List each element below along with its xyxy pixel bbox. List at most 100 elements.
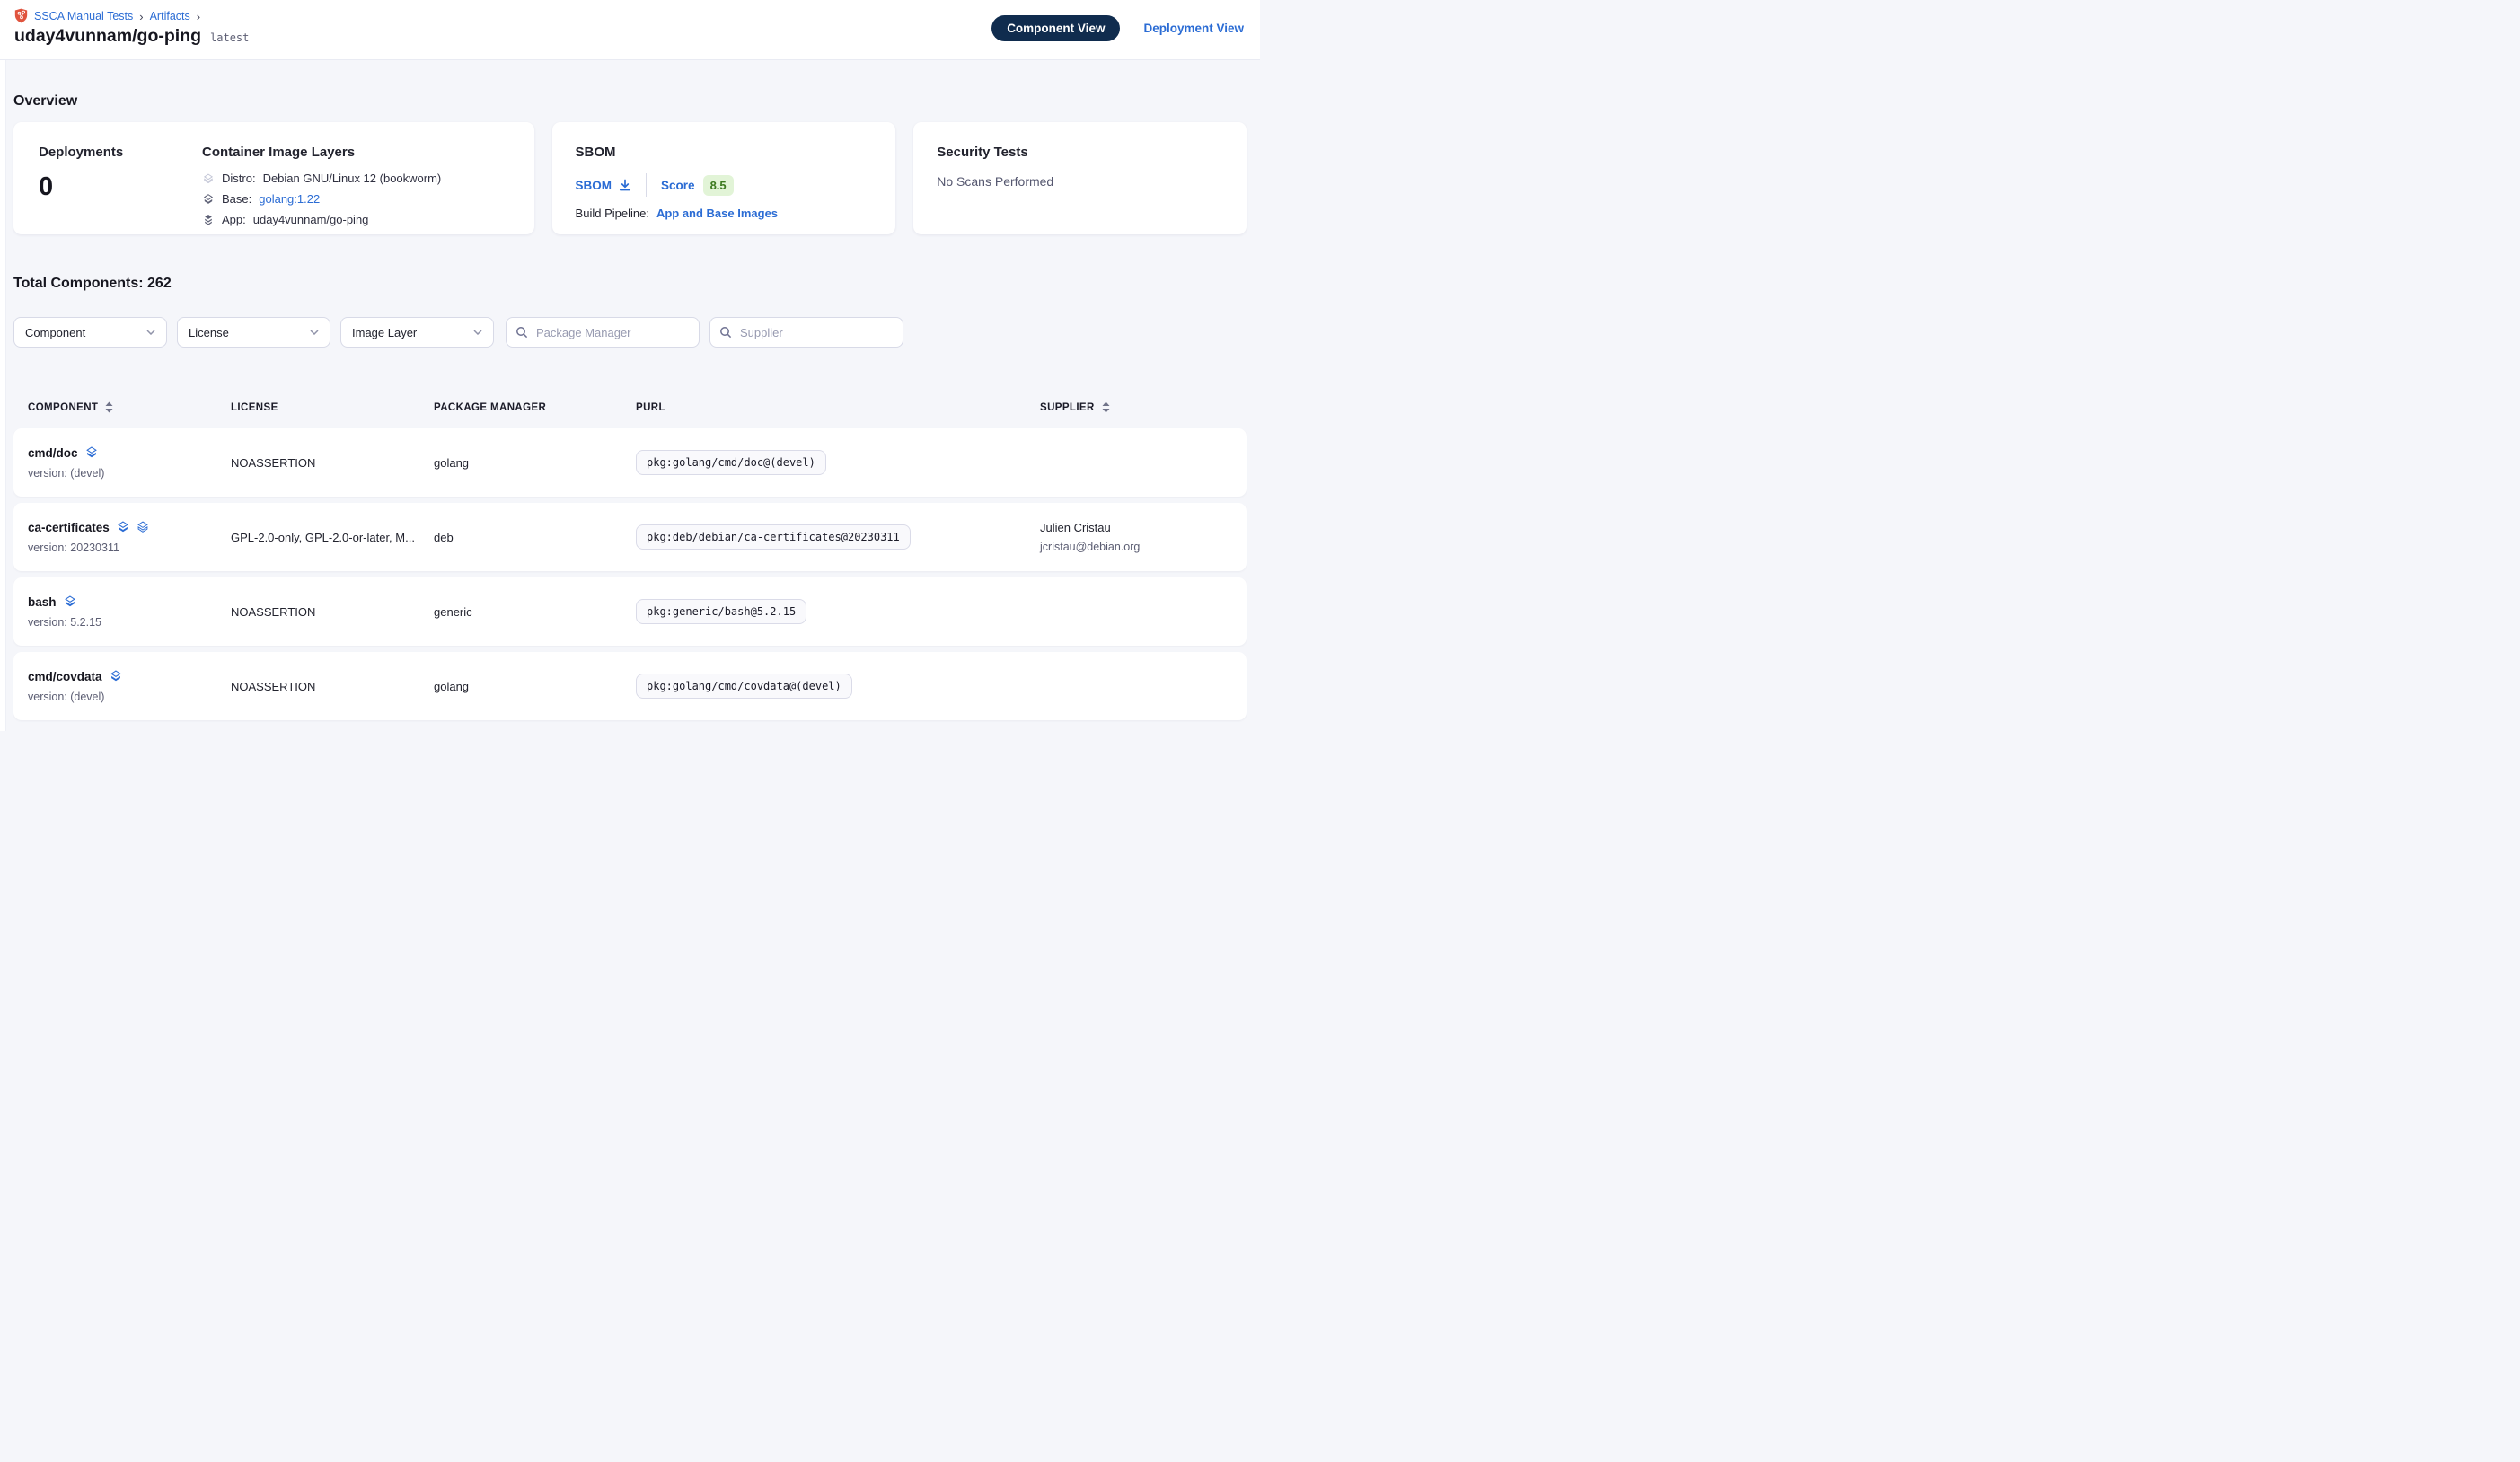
- purl-cell: pkg:deb/debian/ca-certificates@20230311: [636, 524, 1040, 550]
- package-manager-cell: golang: [434, 680, 636, 693]
- chevron-down-icon: [310, 330, 319, 335]
- breadcrumb-artifacts-link[interactable]: Artifacts: [150, 10, 190, 22]
- component-cell: cmd/doc version: (devel): [28, 446, 231, 480]
- component-view-button[interactable]: Component View: [991, 15, 1120, 41]
- main-content: Overview Deployments 0 Container Image L…: [0, 60, 1260, 720]
- license-cell: NOASSERTION: [231, 680, 434, 693]
- sbom-card: SBOM SBOM Score 8.5: [552, 122, 896, 234]
- deployments-layers-card: Deployments 0 Container Image Layers: [13, 122, 534, 234]
- components-table-header: COMPONENT LICENSE PACKAGE MANAGER PURL S…: [13, 401, 1247, 413]
- container-image-layers-section: Container Image Layers Distro: Debian GN…: [202, 145, 513, 234]
- purl-cell: pkg:generic/bash@5.2.15: [636, 599, 1040, 624]
- container-image-layers-title: Container Image Layers: [202, 145, 513, 160]
- component-version: version: 5.2.15: [28, 616, 231, 629]
- supplier-search[interactable]: [709, 317, 903, 348]
- artifact-tag: latest: [210, 31, 249, 44]
- collapsed-nav-rail: [0, 60, 6, 731]
- base-layer-icon: [202, 193, 215, 206]
- breadcrumb-separator: ›: [139, 10, 143, 22]
- component-name: cmd/doc: [28, 446, 78, 460]
- deployments-label: Deployments: [39, 145, 202, 160]
- overview-heading: Overview: [13, 60, 1247, 110]
- build-pipeline-label: Build Pipeline:: [576, 207, 649, 220]
- component-cell: ca-certificates version: 20230311: [28, 521, 231, 554]
- distro-value: Debian GNU/Linux 12 (bookworm): [263, 172, 442, 185]
- build-pipeline-link[interactable]: App and Base Images: [656, 207, 778, 220]
- artifact-detail-page: SSCA Manual Tests › Artifacts › uday4vun…: [0, 0, 1260, 731]
- supplier-email: jcristau@debian.org: [1040, 541, 1232, 553]
- column-header-component[interactable]: COMPONENT: [28, 401, 231, 413]
- license-cell: NOASSERTION: [231, 605, 434, 619]
- security-tests-status: No Scans Performed: [937, 174, 1223, 189]
- purl-chip: pkg:golang/cmd/covdata@(devel): [636, 674, 852, 699]
- purl-cell: pkg:golang/cmd/doc@(devel): [636, 450, 1040, 475]
- component-cell: bash version: 5.2.15: [28, 595, 231, 629]
- chevron-down-icon: [146, 330, 155, 335]
- sort-icon[interactable]: [1102, 401, 1110, 413]
- overview-cards: Deployments 0 Container Image Layers: [13, 122, 1247, 234]
- license-filter-dropdown[interactable]: License: [177, 317, 330, 348]
- base-label: Base:: [222, 192, 251, 206]
- base-layer-row: Base: golang:1.22: [202, 192, 513, 206]
- component-version: version: (devel): [28, 691, 231, 703]
- table-row: ca-certificates version: 20230311 GPL-2.…: [13, 503, 1247, 571]
- app-layer-icon: [202, 214, 215, 226]
- divider: [646, 173, 647, 197]
- sbom-card-title: SBOM: [576, 145, 873, 160]
- table-row: bash version: 5.2.15 NOASSERTION generic…: [13, 577, 1247, 646]
- sort-icon[interactable]: [105, 401, 113, 413]
- image-layer-filter-dropdown[interactable]: Image Layer: [340, 317, 494, 348]
- package-manager-cell: golang: [434, 456, 636, 470]
- breadcrumb-separator: ›: [197, 10, 200, 22]
- security-tests-title: Security Tests: [937, 145, 1223, 160]
- sbom-score-label: Score: [661, 179, 695, 192]
- component-name: bash: [28, 595, 57, 609]
- layers-solid-icon: [64, 595, 76, 608]
- security-tests-card: Security Tests No Scans Performed: [913, 122, 1247, 234]
- base-image-link[interactable]: golang:1.22: [259, 192, 320, 206]
- sbom-score-badge: 8.5: [703, 175, 734, 196]
- package-manager-cell: deb: [434, 531, 636, 544]
- column-header-purl: PURL: [636, 402, 1040, 413]
- column-header-package-manager: PACKAGE MANAGER: [434, 402, 636, 413]
- search-icon: [719, 326, 732, 339]
- purl-chip: pkg:deb/debian/ca-certificates@20230311: [636, 524, 911, 550]
- table-row: cmd/covdata version: (devel) NOASSERTION…: [13, 652, 1247, 720]
- app-value: uday4vunnam/go-ping: [253, 213, 369, 226]
- components-table-body: cmd/doc version: (devel) NOASSERTION gol…: [13, 428, 1247, 720]
- supplier-cell: Julien Cristau jcristau@debian.org: [1040, 521, 1232, 553]
- deployment-view-button[interactable]: Deployment View: [1143, 22, 1244, 35]
- license-cell: NOASSERTION: [231, 456, 434, 470]
- deployments-count: 0: [39, 172, 202, 202]
- breadcrumb-project-link[interactable]: SSCA Manual Tests: [34, 10, 133, 22]
- sbom-download-link[interactable]: SBOM: [576, 179, 632, 192]
- component-cell: cmd/covdata version: (devel): [28, 670, 231, 703]
- component-name: cmd/covdata: [28, 670, 102, 683]
- total-components-heading: Total Components: 262: [13, 234, 1247, 292]
- app-layer-row: App: uday4vunnam/go-ping: [202, 213, 513, 226]
- column-header-supplier[interactable]: SUPPLIER: [1040, 401, 1232, 413]
- distro-label: Distro:: [222, 172, 256, 185]
- layers-solid-icon: [110, 670, 122, 683]
- component-version: version: (devel): [28, 467, 231, 480]
- view-toggle: Component View Deployment View: [991, 15, 1244, 41]
- page-header: SSCA Manual Tests › Artifacts › uday4vun…: [0, 0, 1260, 60]
- license-cell: GPL-2.0-only, GPL-2.0-or-later, M...: [231, 531, 434, 544]
- chevron-down-icon: [473, 330, 482, 335]
- download-icon[interactable]: [619, 179, 631, 191]
- purl-chip: pkg:golang/cmd/doc@(devel): [636, 450, 826, 475]
- table-row: cmd/doc version: (devel) NOASSERTION gol…: [13, 428, 1247, 497]
- package-manager-search[interactable]: [506, 317, 700, 348]
- deployments-section: Deployments 0: [39, 145, 202, 234]
- search-icon: [515, 326, 528, 339]
- column-header-license: LICENSE: [231, 402, 434, 413]
- distro-layer-row: Distro: Debian GNU/Linux 12 (bookworm): [202, 172, 513, 185]
- supplier-search-input[interactable]: [738, 325, 894, 340]
- layers-solid-icon: [85, 446, 98, 459]
- component-filter-dropdown[interactable]: Component: [13, 317, 167, 348]
- supplier-name: Julien Cristau: [1040, 521, 1232, 534]
- app-label: App:: [222, 213, 246, 226]
- component-name: ca-certificates: [28, 521, 110, 534]
- package-manager-search-input[interactable]: [534, 325, 690, 340]
- layers-solid-icon: [117, 521, 129, 533]
